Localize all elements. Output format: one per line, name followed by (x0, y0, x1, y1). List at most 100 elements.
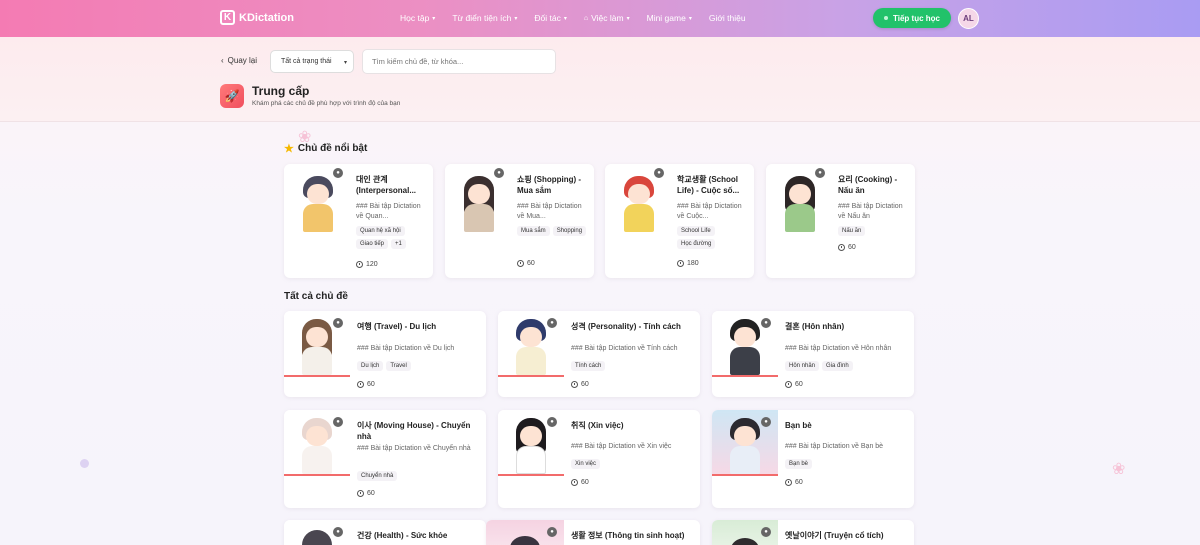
bookmark-icon[interactable]: ● (654, 168, 664, 178)
topic-card[interactable]: ● 결혼 (Hôn nhân) ### Bài tập Dictation về… (712, 311, 914, 397)
menu-item-doi-tac[interactable]: Đối tác ▾ (534, 13, 566, 23)
card-tags: Mua sắm Shopping (517, 226, 589, 236)
count-value: 60 (581, 479, 589, 486)
page-header (0, 37, 1200, 122)
cta-label: Tiếp tục học (893, 13, 940, 23)
count-value: 60 (367, 490, 375, 497)
topic-card[interactable]: ● 여행 (Travel) - Du lịch ### Bài tập Dict… (284, 311, 486, 397)
topic-card[interactable]: ● 취직 (Xin việc) ### Bài tập Dictation về… (498, 410, 700, 508)
count-value: 60 (527, 260, 535, 267)
bookmark-icon[interactable]: ● (333, 417, 343, 427)
topic-card[interactable]: ● 옛날이야기 (Truyện cổ tích) (712, 520, 914, 545)
count-value: 180 (687, 260, 699, 267)
back-button[interactable]: ‹ Quay lại (221, 56, 257, 65)
card-tags: Tính cách (571, 361, 695, 371)
tag: Chuyển nhà (357, 471, 398, 481)
topic-card[interactable]: ● 건강 (Health) - Sức khỏe (284, 520, 486, 545)
card-count: 60 (785, 479, 803, 486)
card-tags: Quan hệ xã hội Giao tiếp +1 (356, 226, 428, 249)
all-topics-title-text: Tất cả chủ đề (284, 291, 348, 302)
clock-icon (357, 490, 364, 497)
menu-item-hoc-tap[interactable]: Học tập ▾ (400, 13, 435, 23)
logo-text: KDictation (239, 11, 294, 24)
tag: +1 (391, 239, 406, 249)
card-title: Bạn bè (785, 421, 812, 430)
menu-item-tu-dien[interactable]: Từ điển tiện ích ▾ (452, 13, 517, 23)
card-count: 60 (357, 381, 375, 388)
bookmark-icon[interactable]: ● (761, 417, 771, 427)
bookmark-icon[interactable]: ● (761, 527, 771, 537)
count-value: 60 (795, 479, 803, 486)
top-nav: K KDictation Học tập ▾ Từ điển tiện ích ▾ … (0, 0, 1200, 37)
tag: Travel (386, 361, 411, 371)
continue-learning-button[interactable]: Tiếp tục học (873, 8, 951, 28)
card-desc: ### Bài tập Dictation về Du lịch (357, 345, 455, 352)
featured-card[interactable]: ● 대인 관계 (Interpersonal... ### Bài tập Di… (284, 164, 433, 278)
search-input[interactable] (362, 49, 556, 74)
tag: Quan hệ xã hội (356, 226, 405, 236)
clock-icon (785, 479, 792, 486)
card-title: 대인 관계 (Interpersonal... (356, 175, 417, 196)
topic-card[interactable]: ● 성격 (Personality) - Tính cách ### Bài t… (498, 311, 700, 397)
card-desc: ### Bài tập Dictation về Quan... (356, 203, 421, 221)
featured-title-text: Chủ đề nổi bật (297, 143, 368, 154)
topic-card[interactable]: ● Bạn bè ### Bài tập Dictation về Bạn bè… (712, 410, 914, 508)
chevron-left-icon: ‹ (221, 56, 224, 65)
card-count: 60 (785, 381, 803, 388)
card-title: 학교생활 (School Life) - Cuộc số... (677, 175, 740, 196)
logo[interactable]: K KDictation (220, 10, 294, 25)
menu-item-gioi-thieu[interactable]: Giới thiệu (709, 13, 746, 23)
chevron-down-icon: ▾ (432, 15, 436, 22)
clock-icon (785, 381, 792, 388)
card-tags: Xin việc (571, 459, 695, 469)
featured-card[interactable]: ● 쇼핑 (Shopping) - Mua sắm ### Bài tập Di… (445, 164, 594, 278)
bookmark-icon[interactable]: ● (547, 527, 557, 537)
bookmark-icon[interactable]: ● (547, 417, 557, 427)
card-tags: Nấu ăn (838, 226, 910, 236)
topic-illustration (453, 170, 505, 232)
count-value: 60 (848, 244, 856, 251)
bookmark-icon[interactable]: ● (333, 168, 343, 178)
card-count: 60 (571, 381, 589, 388)
bookmark-icon[interactable]: ● (547, 318, 557, 328)
tag: Bạn bè (785, 459, 813, 469)
topic-illustration (613, 170, 665, 232)
tag: Du lịch (357, 361, 384, 371)
bookmark-icon[interactable]: ● (494, 168, 504, 178)
bookmark-icon[interactable]: ● (761, 318, 771, 328)
card-desc: ### Bài tập Dictation về Hôn nhân (785, 345, 892, 352)
tag: Học đường (677, 239, 716, 249)
menu-item-mini-game[interactable]: Mini game ▾ (647, 13, 692, 23)
bookmark-icon[interactable]: ● (815, 168, 825, 178)
featured-card[interactable]: ● 학교생활 (School Life) - Cuộc số... ### Bà… (605, 164, 754, 278)
avatar[interactable]: AL (958, 8, 979, 29)
card-count: 60 (357, 490, 375, 497)
card-tags: Hôn nhân Gia đình (785, 361, 909, 371)
card-title: 취직 (Xin việc) (571, 421, 624, 430)
tag: School Life (677, 226, 715, 236)
menu-item-viec-lam[interactable]: ⌂ Việc làm ▾ (584, 13, 630, 23)
tag: Tính cách (571, 361, 606, 371)
clock-icon (571, 479, 578, 486)
tag: Xin việc (571, 459, 601, 469)
card-count: 120 (356, 261, 378, 268)
bookmark-icon[interactable]: ● (333, 527, 343, 537)
card-count: 180 (677, 260, 699, 267)
count-value: 60 (795, 381, 803, 388)
card-desc: ### Bài tập Dictation về Tính cách (571, 345, 678, 352)
count-value: 120 (366, 261, 378, 268)
topic-card[interactable]: ● 이사 (Moving House) - Chuyển nhà ### Bài… (284, 410, 486, 508)
featured-title: ★ Chủ đề nổi bật (284, 142, 367, 155)
bookmark-icon[interactable]: ● (333, 318, 343, 328)
featured-card[interactable]: ● 요리 (Cooking) - Nấu ăn ### Bài tập Dict… (766, 164, 915, 278)
count-value: 60 (367, 381, 375, 388)
status-select[interactable]: Tất cả trạng thái ▾ (270, 50, 354, 73)
topic-illustration (292, 170, 344, 232)
menu-label: Mini game (646, 13, 686, 23)
card-count: 60 (571, 479, 589, 486)
tag: Hôn nhân (785, 361, 820, 371)
card-title: 생활 정보 (Thông tin sinh hoạt) (571, 531, 685, 540)
card-desc: ### Bài tập Dictation về Xin việc (571, 443, 672, 450)
card-desc: ### Bài tập Dictation về Chuyển nhà (357, 445, 471, 452)
topic-card[interactable]: ● 생활 정보 (Thông tin sinh hoạt) (486, 520, 700, 545)
